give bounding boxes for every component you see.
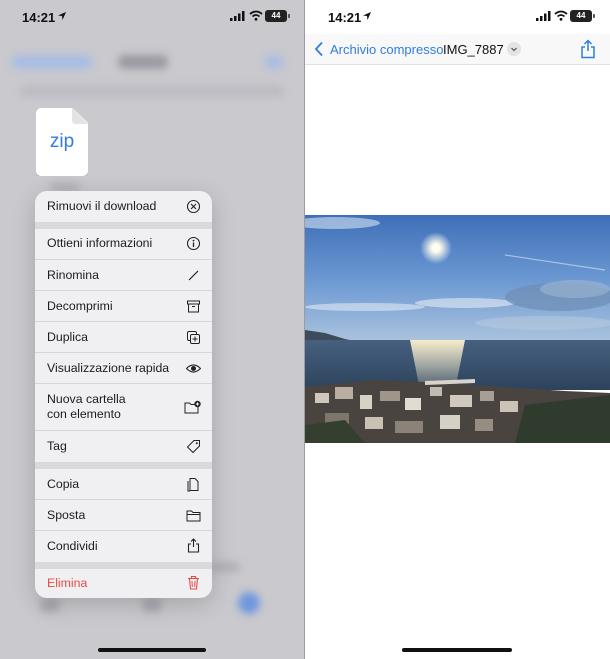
- menu-separator: [35, 222, 212, 229]
- trash-icon: [188, 575, 199, 590]
- pencil-icon: [188, 270, 199, 281]
- location-arrow-icon: [58, 12, 66, 20]
- share-button[interactable]: [580, 39, 596, 59]
- menu-item-get-info[interactable]: Ottieni informazioni: [35, 229, 212, 260]
- back-label: Archivio compresso: [330, 42, 444, 57]
- wifi-icon: [249, 10, 263, 21]
- folder-badge-plus-icon: [184, 400, 201, 414]
- signal-icon: [536, 11, 551, 21]
- status-bar: 14:21 44: [305, 0, 610, 34]
- navigation-bar: Archivio compresso IMG_7887: [305, 34, 610, 65]
- menu-separator: [35, 462, 212, 469]
- status-bar: 14:21 44: [0, 0, 304, 34]
- duplicate-icon: [187, 331, 200, 344]
- tag-icon: [186, 440, 200, 454]
- menu-item-rename[interactable]: Rinomina: [35, 260, 212, 291]
- menu-item-delete[interactable]: Elimina: [35, 569, 212, 598]
- eye-icon: [186, 364, 201, 373]
- signal-icon: [230, 11, 245, 21]
- battery-indicator: 44: [570, 10, 595, 22]
- battery-indicator: 44: [265, 10, 290, 22]
- archive-box-icon: [187, 300, 200, 313]
- files-app-panel: 14:21 44 zip Rimuovi il download Ottieni…: [0, 0, 304, 659]
- page-title: IMG_7887: [443, 42, 504, 57]
- menu-item-copy[interactable]: Copia: [35, 469, 212, 500]
- landscape-photo: [305, 215, 610, 443]
- folder-icon: [186, 510, 201, 522]
- location-arrow-icon: [363, 12, 371, 20]
- copy-doc-icon: [187, 478, 199, 492]
- info-circle-icon: [186, 236, 201, 251]
- home-indicator: [98, 648, 206, 652]
- chevron-down-icon: [507, 42, 521, 56]
- menu-item-duplicate[interactable]: Duplica: [35, 322, 212, 353]
- menu-item-share[interactable]: Condividi: [35, 531, 212, 562]
- chevron-left-icon: [314, 41, 323, 57]
- context-menu: Rimuovi il download Ottieni informazioni…: [35, 191, 212, 598]
- xmark-circle-icon: [186, 199, 201, 214]
- menu-item-new-folder-with-item[interactable]: Nuova cartella con elemento: [35, 384, 212, 431]
- menu-item-decompress[interactable]: Decomprimi: [35, 291, 212, 322]
- status-time: 14:21: [328, 10, 362, 25]
- wifi-icon: [554, 10, 568, 21]
- home-indicator: [402, 648, 512, 652]
- status-time: 14:21: [22, 10, 56, 25]
- menu-item-remove-download[interactable]: Rimuovi il download: [35, 191, 212, 222]
- zip-file-label: zip: [49, 131, 75, 152]
- menu-item-move[interactable]: Sposta: [35, 500, 212, 531]
- menu-separator: [35, 562, 212, 569]
- menu-item-quick-look[interactable]: Visualizzazione rapida: [35, 353, 212, 384]
- share-icon: [187, 538, 200, 553]
- photo-preview-panel: 14:21 44 Archivio compresso IMG_7887: [305, 0, 610, 659]
- menu-item-tag[interactable]: Tag: [35, 431, 212, 462]
